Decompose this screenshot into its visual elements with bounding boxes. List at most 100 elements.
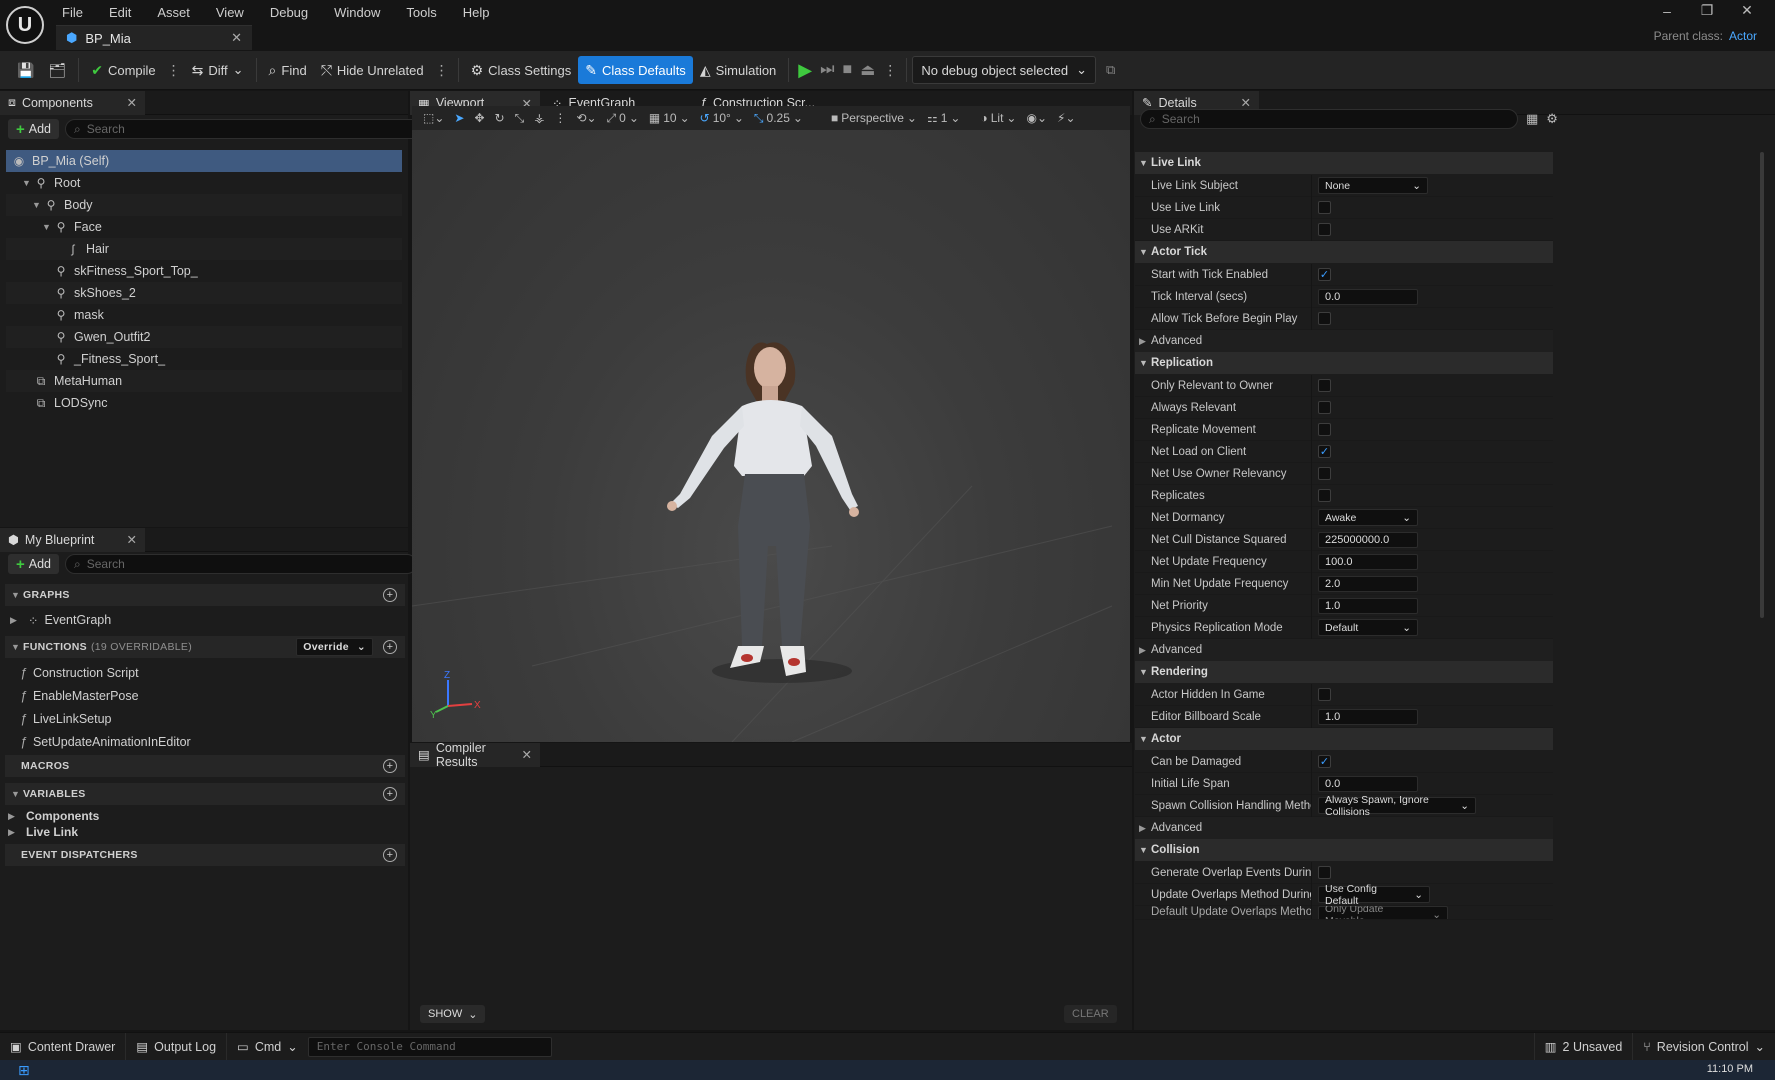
expand-arrow-icon[interactable]: ▼ bbox=[1139, 247, 1151, 257]
macros-section[interactable]: MACROS + bbox=[5, 755, 405, 777]
tree-item-face[interactable]: ▼ ⚲ Face bbox=[6, 216, 402, 238]
show-flags-icon[interactable]: ◉⌄ bbox=[1021, 111, 1052, 125]
gear-icon[interactable]: ⚙ bbox=[1546, 111, 1558, 127]
section-actor-tick[interactable]: ▼ Actor Tick bbox=[1135, 241, 1553, 263]
add-variable-icon[interactable]: + bbox=[383, 787, 397, 801]
expand-arrow-icon[interactable]: ▶ bbox=[1139, 645, 1151, 656]
update-overlap-dropdown[interactable]: Use Config Default ⌄ bbox=[1318, 883, 1430, 907]
components-search-input[interactable]: ⌕ Search bbox=[65, 119, 438, 139]
close-icon[interactable]: ✕ bbox=[127, 532, 137, 547]
lit-dropdown[interactable]: ◑ Lit ⌄ bbox=[975, 111, 1021, 125]
expand-arrow-icon[interactable]: ▼ bbox=[1139, 667, 1151, 677]
close-window-icon[interactable]: ✕ bbox=[1727, 2, 1767, 19]
select-mode-icon[interactable]: ⬚⌄ bbox=[418, 111, 449, 125]
compile-button[interactable]: ✔ Compile bbox=[84, 56, 162, 84]
output-log-button[interactable]: ▤ Output Log bbox=[126, 1032, 228, 1061]
life-span-input[interactable]: 0.0 bbox=[1318, 775, 1418, 792]
expand-arrow-icon[interactable]: ▼ bbox=[11, 789, 23, 799]
tree-item-root[interactable]: ▼ ⚲ Root bbox=[6, 172, 402, 194]
replicate-movement-checkbox[interactable] bbox=[1318, 423, 1331, 436]
variable-group-live-link[interactable]: ▶ Live Link bbox=[8, 822, 388, 842]
close-icon[interactable]: ✕ bbox=[127, 95, 137, 110]
expand-arrow-icon[interactable]: ▶ bbox=[10, 615, 22, 626]
tree-item-mask[interactable]: ⚲ mask bbox=[6, 304, 402, 326]
section-live-link[interactable]: ▼ Live Link bbox=[1135, 152, 1553, 174]
function-item[interactable]: ƒ Construction Script bbox=[20, 663, 400, 683]
expand-arrow-icon[interactable]: ▶ bbox=[8, 827, 20, 838]
function-item[interactable]: ƒ EnableMasterPose bbox=[20, 686, 400, 706]
menu-asset[interactable]: Asset bbox=[157, 5, 190, 20]
windows-start-icon[interactable]: ⊞ bbox=[18, 1062, 30, 1079]
close-icon[interactable]: ✕ bbox=[1241, 95, 1251, 110]
camera-speed-control[interactable]: ⚏ 1 ⌄ bbox=[922, 111, 966, 125]
generate-overlap-checkbox[interactable] bbox=[1318, 866, 1331, 879]
add-function-icon[interactable]: + bbox=[383, 640, 397, 654]
tree-item-self[interactable]: ◉ BP_Mia (Self) bbox=[6, 150, 402, 172]
actor-advanced[interactable]: ▶ Advanced bbox=[1135, 817, 1553, 839]
minimize-icon[interactable]: – bbox=[1647, 3, 1687, 19]
add-graph-icon[interactable]: + bbox=[383, 588, 397, 602]
rotation-snap-control[interactable]: ⤢ 0 ⌄ bbox=[602, 111, 644, 126]
expand-arrow-icon[interactable]: ▼ bbox=[22, 178, 34, 188]
angle-snap-control[interactable]: ↺ 10° ⌄ bbox=[695, 111, 749, 125]
function-item[interactable]: ƒ SetUpdateAnimationInEditor bbox=[20, 732, 400, 752]
simulation-button[interactable]: ◭ Simulation bbox=[693, 56, 783, 84]
tree-item-sport-top[interactable]: ⚲ skFitness_Sport_Top_ bbox=[6, 260, 402, 282]
allow-tick-checkbox[interactable] bbox=[1318, 312, 1331, 325]
expand-arrow-icon[interactable]: ▼ bbox=[42, 222, 54, 232]
unsaved-button[interactable]: ▥ 2 Unsaved bbox=[1533, 1032, 1634, 1061]
close-icon[interactable]: ✕ bbox=[522, 747, 532, 762]
use-live-link-checkbox[interactable] bbox=[1318, 201, 1331, 214]
functions-section[interactable]: ▼ FUNCTIONS (19 OVERRIDABLE) Override ⌄ + bbox=[5, 636, 405, 658]
show-filter-button[interactable]: SHOW ⌄ bbox=[420, 1005, 486, 1023]
net-dormancy-dropdown[interactable]: Awake ⌄ bbox=[1318, 509, 1418, 526]
expand-arrow-icon[interactable]: ▼ bbox=[32, 200, 44, 210]
console-command-input[interactable]: Enter Console Command bbox=[307, 1036, 552, 1057]
viewport-canvas[interactable]: Z X Y bbox=[412, 106, 1130, 742]
min-net-update-input[interactable]: 2.0 bbox=[1318, 575, 1418, 592]
tab-compiler-results[interactable]: ▤ Compiler Results ✕ bbox=[410, 741, 540, 769]
replication-advanced[interactable]: ▶ Advanced bbox=[1135, 639, 1553, 661]
menu-edit[interactable]: Edit bbox=[109, 5, 131, 20]
actor-tick-advanced[interactable]: ▶ Advanced bbox=[1135, 330, 1553, 352]
rotate-icon[interactable]: ↻ bbox=[490, 111, 510, 125]
coordinate-space-icon[interactable]: ⚶ bbox=[529, 111, 549, 125]
use-arkit-checkbox[interactable] bbox=[1318, 223, 1331, 236]
tree-item-shoes[interactable]: ⚲ skShoes_2 bbox=[6, 282, 402, 304]
physics-replication-dropdown[interactable]: Default ⌄ bbox=[1318, 619, 1418, 636]
play-options-icon[interactable]: ⋮ bbox=[879, 62, 901, 79]
tree-item-body[interactable]: ▼ ⚲ Body bbox=[6, 194, 402, 216]
billboard-scale-input[interactable]: 1.0 bbox=[1318, 708, 1418, 725]
menu-tools[interactable]: Tools bbox=[406, 5, 436, 20]
class-settings-button[interactable]: ⚙ Class Settings bbox=[464, 56, 579, 84]
live-link-subject-dropdown[interactable]: None ⌄ bbox=[1318, 177, 1428, 194]
start-tick-checkbox[interactable]: ✓ bbox=[1318, 268, 1331, 281]
save-icon[interactable]: 💾 bbox=[10, 56, 41, 84]
add-blueprint-item-button[interactable]: + Add bbox=[8, 554, 60, 574]
menu-file[interactable]: File bbox=[62, 5, 83, 20]
expand-arrow-icon[interactable]: ▶ bbox=[8, 811, 20, 822]
parent-class-link[interactable]: Actor bbox=[1729, 29, 1757, 43]
browse-icon[interactable]: 🗂 bbox=[41, 56, 73, 84]
expand-arrow-icon[interactable]: ▶ bbox=[1139, 823, 1151, 834]
menu-view[interactable]: View bbox=[216, 5, 244, 20]
tree-item-lodsync[interactable]: ⧉ LODSync bbox=[6, 392, 402, 414]
variables-section[interactable]: ▼ VARIABLES + bbox=[5, 783, 405, 805]
menu-window[interactable]: Window bbox=[334, 5, 380, 20]
override-dropdown[interactable]: Override ⌄ bbox=[296, 638, 373, 656]
table-view-icon[interactable]: ▦ bbox=[1526, 111, 1538, 127]
surface-snap-icon[interactable]: ⟲⌄ bbox=[571, 111, 601, 125]
actor-hidden-checkbox[interactable] bbox=[1318, 688, 1331, 701]
close-icon[interactable]: ✕ bbox=[231, 30, 242, 46]
event-dispatchers-section[interactable]: EVENT DISPATCHERS + bbox=[5, 844, 405, 866]
net-cull-input[interactable]: 225000000.0 bbox=[1318, 531, 1418, 548]
hide-unrelated-button[interactable]: ⤲ Hide Unrelated bbox=[314, 56, 431, 84]
menu-help[interactable]: Help bbox=[463, 5, 490, 20]
tab-my-blueprint[interactable]: ⬢ My Blueprint ✕ bbox=[0, 527, 145, 552]
stop-icon[interactable]: ■ bbox=[839, 61, 857, 79]
viewport-settings-icon[interactable]: ⚡⌄ bbox=[1052, 111, 1080, 125]
add-dispatcher-icon[interactable]: + bbox=[383, 848, 397, 862]
graphs-section[interactable]: ▼ GRAPHS + bbox=[5, 584, 405, 606]
cmd-dropdown[interactable]: ▭ Cmd ⌄ bbox=[227, 1033, 308, 1061]
more-options-icon[interactable]: ⋮ bbox=[431, 62, 453, 79]
